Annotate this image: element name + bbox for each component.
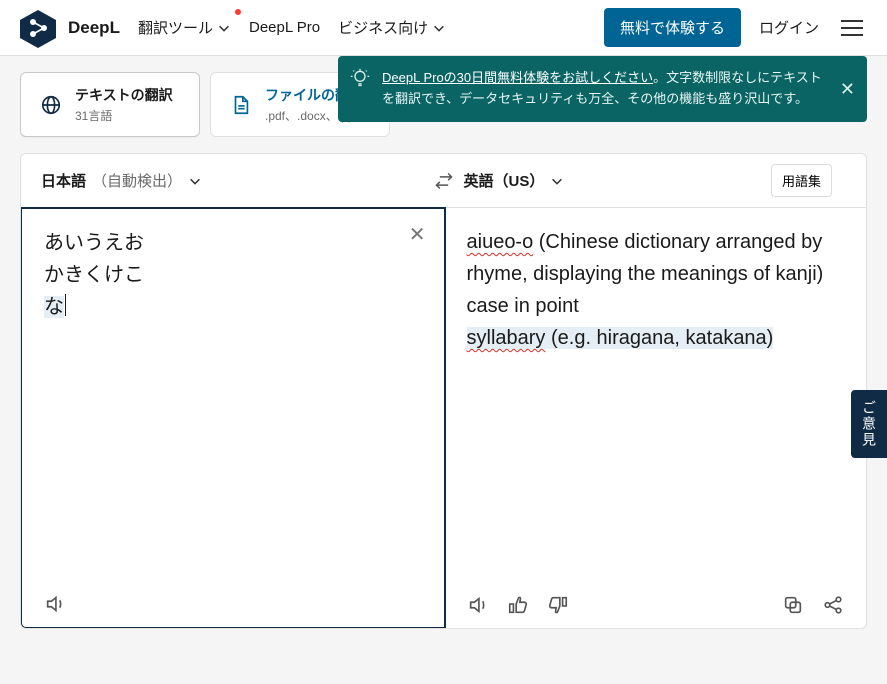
nav-business[interactable]: ビジネス向け — [338, 17, 446, 38]
target-line: syllabary (e.g. hiragana, katakana) — [467, 322, 845, 354]
swap-languages-button[interactable] — [430, 167, 458, 195]
brand-text: DeepL — [68, 18, 120, 38]
thumbs-down-icon[interactable] — [547, 594, 569, 616]
translator-panel: 日本語 （自動検出） 英語（US） 用語集 ✕ あいうえお かきくけこ な — [20, 153, 867, 629]
menu-icon[interactable] — [837, 16, 867, 40]
target-lang-label: 英語（US） — [464, 170, 545, 191]
free-trial-button[interactable]: 無料で体験する — [604, 8, 741, 47]
speak-icon[interactable] — [44, 593, 66, 615]
source-input[interactable]: あいうえお かきくけこ な — [44, 227, 422, 585]
globe-icon — [39, 93, 63, 117]
chevron-down-icon — [217, 21, 231, 35]
tab-text-labels: テキストの翻訳 31言語 — [75, 85, 173, 124]
source-line: かきくけこ — [44, 259, 422, 291]
source-lang-hint: （自動検出） — [92, 170, 182, 191]
language-bar: 日本語 （自動検出） 英語（US） 用語集 — [21, 154, 866, 208]
glossary-button[interactable]: 用語集 — [771, 164, 832, 197]
speak-icon[interactable] — [467, 594, 489, 616]
lightbulb-icon — [350, 68, 370, 88]
nav-pro-label: DeepL Pro — [249, 19, 320, 36]
promo-banner: DeepL Proの30日間無料体験をお試しください。文字数制限なしにテキストを… — [338, 56, 867, 122]
chevron-down-icon — [550, 174, 564, 188]
logo-icon — [16, 6, 60, 50]
nav-business-label: ビジネス向け — [338, 17, 428, 38]
share-icon[interactable] — [822, 594, 844, 616]
source-line: な — [44, 291, 422, 323]
target-lang-area: 英語（US） 用語集 — [444, 164, 867, 197]
translator-body: ✕ あいうえお かきくけこ な aiueo-o (Chinese diction… — [21, 208, 866, 628]
target-output: aiueo-o (Chinese dictionary arranged by … — [467, 226, 845, 586]
feedback-tab[interactable]: ご意見 — [851, 390, 887, 458]
source-line: あいうえお — [44, 227, 422, 259]
nav-deepl-pro[interactable]: DeepL Pro — [249, 19, 320, 36]
login-link[interactable]: ログイン — [759, 17, 819, 38]
tab-text-title: テキストの翻訳 — [75, 85, 173, 105]
source-pane: ✕ あいうえお かきくけこ な — [20, 207, 446, 629]
promo-link[interactable]: DeepL Proの30日間無料体験をお試しください — [382, 70, 653, 85]
tab-text-translate[interactable]: テキストの翻訳 31言語 — [20, 72, 200, 137]
source-lang-selector[interactable]: 日本語 （自動検出） — [41, 170, 202, 191]
source-footer — [44, 585, 422, 615]
target-line: case in point — [467, 290, 845, 322]
chevron-down-icon — [188, 174, 202, 188]
target-pane: aiueo-o (Chinese dictionary arranged by … — [445, 208, 867, 628]
logo-area[interactable]: DeepL — [16, 6, 120, 50]
source-lang-label: 日本語 — [41, 170, 86, 191]
target-line: aiueo-o (Chinese dictionary arranged by … — [467, 226, 845, 290]
clear-input-icon[interactable]: ✕ — [409, 225, 426, 245]
tab-text-sub: 31言語 — [75, 107, 173, 124]
target-footer — [467, 586, 845, 616]
close-icon[interactable]: ✕ — [840, 80, 855, 98]
promo-text: DeepL Proの30日間無料体験をお試しください。文字数制限なしにテキストを… — [382, 70, 822, 106]
header-bar: DeepL 翻訳ツール DeepL Pro ビジネス向け 無料で体験する ログイ… — [0, 0, 887, 56]
notification-dot-icon — [235, 9, 241, 15]
thumbs-up-icon[interactable] — [507, 594, 529, 616]
copy-icon[interactable] — [782, 594, 804, 616]
nav-translate-label: 翻訳ツール — [138, 17, 213, 38]
file-icon — [229, 93, 253, 117]
nav-translate-tool[interactable]: 翻訳ツール — [138, 17, 231, 38]
chevron-down-icon — [432, 21, 446, 35]
target-lang-selector[interactable]: 英語（US） — [464, 170, 565, 191]
source-lang-area: 日本語 （自動検出） — [21, 170, 444, 191]
tabs-row: テキストの翻訳 31言語 ファイルの翻訳 .pdf、.docx、.pptx De… — [0, 56, 887, 137]
